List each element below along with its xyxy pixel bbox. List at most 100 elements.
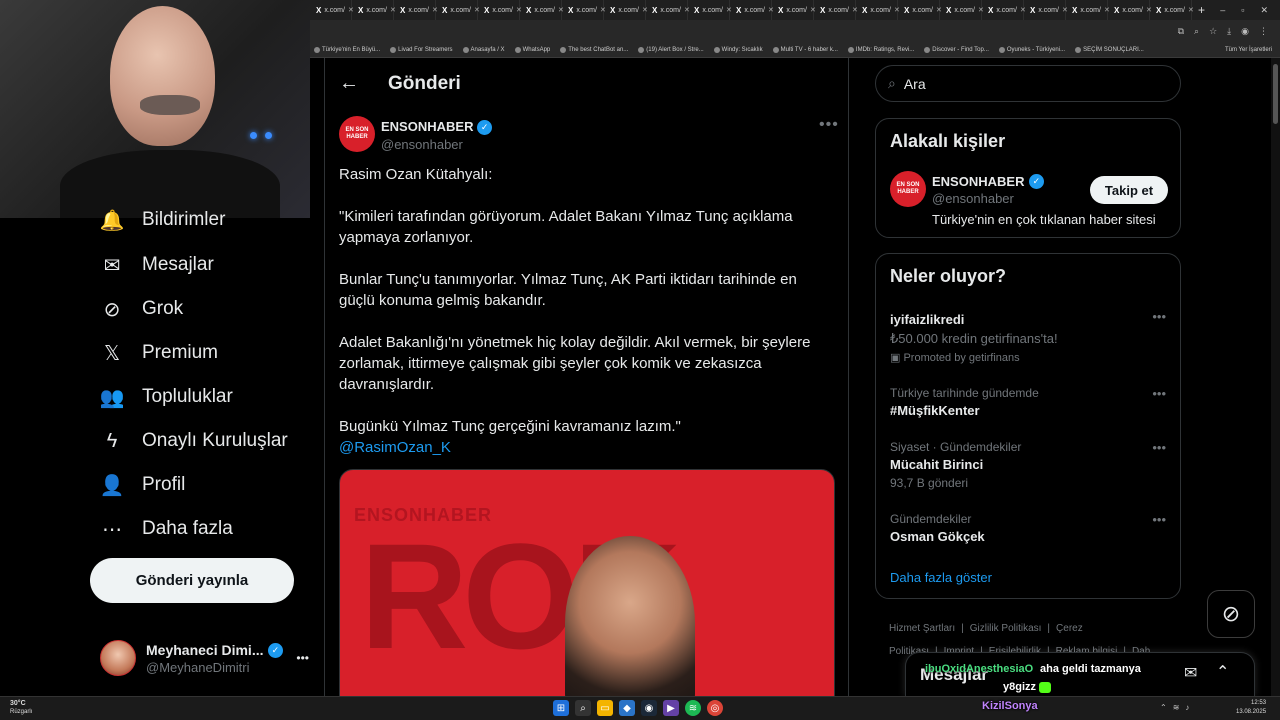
browser-tab[interactable]: Xx.com/✕ [772,0,816,20]
browser-tab[interactable]: Xx.com/✕ [1066,0,1110,20]
search-taskbar-icon[interactable]: ⌕ [575,700,591,716]
bookmark-item[interactable]: Oyuneks - Türkiyeni... [998,46,1065,53]
bookmark-item[interactable]: IMDb: Ratings, Revi... [847,46,914,53]
system-tray[interactable]: ⌃ ≋ ♪ [1160,703,1189,712]
bookmark-item[interactable]: Anasayfa / X [462,46,505,53]
close-tab-icon[interactable]: ✕ [1188,6,1194,14]
follow-button[interactable]: Takip et [1090,176,1168,204]
account-more-icon[interactable]: ••• [296,651,309,665]
start-icon[interactable]: ⊞ [553,700,569,716]
new-tab-button[interactable]: + [1198,3,1205,17]
app-icon[interactable]: ◆ [619,700,635,716]
browser-tab[interactable]: Xx.com/✕ [562,0,606,20]
browser-tab[interactable]: Xx.com/✕ [898,0,942,20]
bookmark-item[interactable]: Discover - Find Top... [924,46,989,53]
trend-name: #MüşfikKenter [890,403,980,418]
browser-tab[interactable]: Xx.com/✕ [1108,0,1152,20]
bookmark-item[interactable]: Windy: Sıcaklık [713,46,763,53]
page-scrollbar[interactable] [1271,58,1280,696]
trend-item[interactable]: Gündemdekiler Osman Gökçek ••• [890,512,1166,544]
mention-link[interactable]: @RasimOzan_K [339,437,814,458]
trend-item[interactable]: Türkiye tarihinde gündemde #MüşfikKenter… [890,386,1166,418]
browser-tab[interactable]: Xx.com/✕ [856,0,900,20]
nav-item-lightning[interactable]: ϟ Onaylı Kuruluşlar [100,429,288,453]
trend-item[interactable]: iyifaizlikredi ₺50.000 kredin getirfinan… [890,309,1166,364]
related-name[interactable]: ENSONHABER ✓ [932,173,1044,191]
nav-item-grok[interactable]: ⊘ Grok [100,297,184,321]
browser-tab[interactable]: Xx.com/✕ [520,0,564,20]
nav-item-more-circle[interactable]: ⋯ Daha fazla [100,517,233,541]
chevron-up-icon[interactable]: ⌃ [1160,703,1167,712]
spotify-icon[interactable]: ≋ [685,700,701,716]
nav-item-bell[interactable]: 🔔 Bildirimler [100,208,226,232]
expand-drawer-icon[interactable]: ⌃ [1216,662,1229,682]
trend-more-icon[interactable]: ••• [1152,309,1166,324]
profile-icon[interactable]: ◉ [1241,26,1249,37]
bookmark-item[interactable]: SEÇİM SONUÇLARI... [1075,46,1144,53]
account-switcher[interactable]: Meyhaneci Dimi... ✓ @MeyhaneDimitri ••• [100,636,315,680]
author-name[interactable]: ENSONHABER ✓ [381,119,493,136]
browser-tab[interactable]: Xx.com/✕ [940,0,984,20]
trend-item[interactable]: Siyaset · Gündemdekiler Mücahit Birinci … [890,440,1166,490]
trend-more-icon[interactable]: ••• [1152,512,1166,527]
maximize-icon[interactable]: ▫ [1241,5,1244,16]
nav-item-x-logo[interactable]: 𝕏 Premium [100,341,218,365]
volume-icon[interactable]: ♪ [1185,703,1189,712]
bookmark-item[interactable]: WhatsApp [514,46,550,53]
close-window-icon[interactable]: ✕ [1260,5,1268,16]
streaming-app-icon[interactable]: ▶ [663,700,679,716]
nav-item-person[interactable]: 👤 Profil [100,473,186,497]
bookmark-item[interactable]: The best ChatBot an... [560,46,628,53]
new-message-icon[interactable]: ✉ [1184,663,1197,683]
author-avatar[interactable]: EN SON HABER [339,116,375,152]
all-bookmarks-folder[interactable]: Tüm Yer İşaretleri [1225,47,1272,53]
browser-tab[interactable]: Xx.com/✕ [604,0,648,20]
post-media-image[interactable]: ROK ENSONHABER [339,469,835,696]
weather-widget[interactable]: 30°C Rüzgarlı [10,700,32,716]
browser-tab[interactable]: Xx.com/✕ [646,0,690,20]
wifi-icon[interactable]: ≋ [1173,703,1180,712]
clock[interactable]: 12:53 13.08.2025 [1236,699,1266,717]
bookmark-item[interactable]: Livad For Streamers [390,46,453,53]
chrome-icon[interactable]: ◎ [707,700,723,716]
post-more-icon[interactable]: ••• [819,116,839,134]
footer-link[interactable]: Gizlilik Politikası [970,623,1042,634]
steam-icon[interactable]: ◉ [641,700,657,716]
browser-tab[interactable]: Xx.com/✕ [478,0,522,20]
bookmark-star-icon[interactable]: ☆ [1209,26,1217,37]
extensions-icon[interactable]: ⧉ [1178,26,1184,37]
menu-icon[interactable]: ⋮ [1259,26,1268,37]
zoom-icon[interactable]: ⌕ [1194,26,1199,37]
browser-tab[interactable]: Xx.com/✕ [352,0,396,20]
search-box[interactable]: ⌕ [875,65,1181,102]
bookmark-item[interactable]: Türkiye'nin En Büyü... [314,46,380,53]
search-input[interactable] [903,75,1154,92]
download-icon[interactable]: ⤓ [1227,26,1231,37]
nav-item-mail[interactable]: ✉ Mesajlar [100,253,214,277]
nav-item-communities[interactable]: 👥 Topluluklar [100,385,233,409]
related-handle[interactable]: @ensonhaber [932,191,1014,206]
related-avatar[interactable]: EN SON HABER [890,171,926,207]
minimize-icon[interactable]: – [1220,5,1225,16]
grok-button-icon[interactable]: ⊘ [1207,590,1255,638]
scrollbar-thumb[interactable] [1273,64,1278,124]
browser-tab[interactable]: Xx.com/✕ [814,0,858,20]
back-arrow-icon[interactable]: ← [339,72,359,95]
browser-tab[interactable]: Xx.com/✕ [688,0,732,20]
browser-tab[interactable]: Xx.com/✕ [310,0,354,20]
author-handle[interactable]: @ensonhaber [381,137,463,152]
post-button[interactable]: Gönderi yayınla [90,558,294,603]
bookmark-item[interactable]: (19) Alert Box / Stre... [638,46,704,53]
browser-tab[interactable]: Xx.com/✕ [1150,0,1194,20]
browser-tab[interactable]: Xx.com/✕ [436,0,480,20]
trend-more-icon[interactable]: ••• [1152,386,1166,401]
file-explorer-icon[interactable]: ▭ [597,700,613,716]
show-more-link[interactable]: Daha fazla göster [890,570,992,585]
browser-tab[interactable]: Xx.com/✕ [394,0,438,20]
bookmark-item[interactable]: Multi TV - 6 haber k... [772,46,838,53]
browser-tab[interactable]: Xx.com/✕ [1024,0,1068,20]
browser-tab[interactable]: Xx.com/✕ [730,0,774,20]
trend-more-icon[interactable]: ••• [1152,440,1166,455]
browser-tab[interactable]: Xx.com/✕ [982,0,1026,20]
footer-link[interactable]: Hizmet Şartları [889,623,955,634]
